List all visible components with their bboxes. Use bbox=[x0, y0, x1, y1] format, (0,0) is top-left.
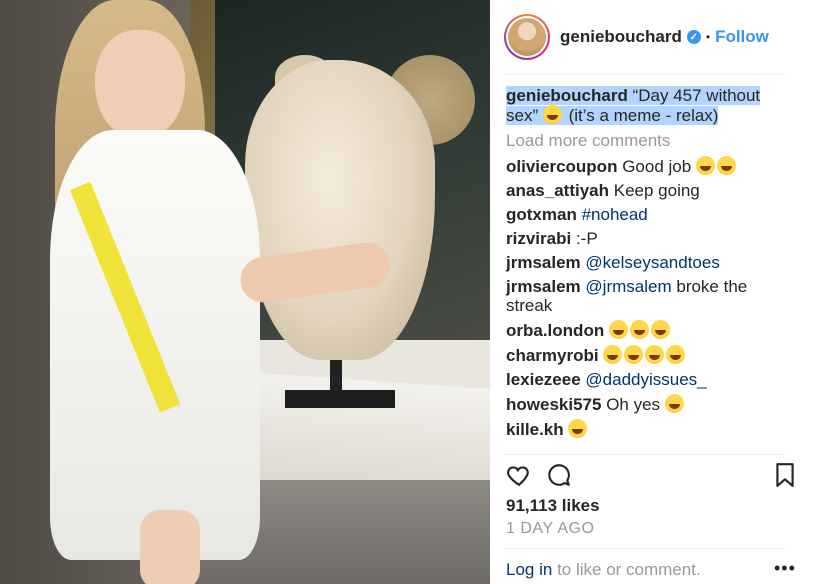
login-link[interactable]: Log in bbox=[506, 560, 552, 579]
load-more-comments-button[interactable]: Load more comments bbox=[506, 131, 796, 150]
comment-username[interactable]: jrmsalem bbox=[506, 277, 581, 296]
comment-item: gotxman #nohead bbox=[506, 205, 796, 224]
laughing-emoji-icon bbox=[542, 105, 562, 124]
comment-username[interactable]: oliviercoupon bbox=[506, 157, 617, 176]
mention-link[interactable]: @daddyissues_ bbox=[585, 370, 706, 389]
avatar-image bbox=[508, 18, 546, 56]
comment-item: orba.london bbox=[506, 320, 796, 340]
more-options-icon[interactable]: ••• bbox=[774, 558, 796, 579]
actions-divider bbox=[504, 454, 786, 455]
comment-text: :-P bbox=[575, 229, 598, 248]
caption-text-2: (it’s a meme - relax) bbox=[568, 106, 719, 125]
laughing-emoji-icon bbox=[629, 320, 649, 339]
comments-list: geniebouchard “Day 457 without sex” (it’… bbox=[506, 86, 796, 444]
comment-text: Oh yes bbox=[606, 395, 661, 414]
post-photo[interactable] bbox=[0, 0, 490, 584]
comment-username[interactable]: anas_attiyah bbox=[506, 181, 609, 200]
comment-item: kille.kh bbox=[506, 419, 796, 439]
rofl-emoji-icon bbox=[695, 156, 715, 175]
comment-item: rizvirabi :-P bbox=[506, 229, 796, 248]
comment-item: howeski575 Oh yes bbox=[506, 394, 796, 414]
comment-username[interactable]: lexiezeee bbox=[506, 370, 581, 389]
post-header: geniebouchard ✓ • Follow bbox=[490, 0, 816, 74]
login-prompt-text: to like or comment. bbox=[557, 560, 701, 579]
comment-icon[interactable] bbox=[546, 462, 572, 488]
verified-badge-icon: ✓ bbox=[686, 30, 701, 44]
comment-text: Good job bbox=[622, 157, 692, 176]
comment-item: charmyrobi bbox=[506, 345, 796, 365]
photo-person-face bbox=[95, 30, 185, 140]
laughing-emoji-icon bbox=[624, 345, 644, 364]
comment-username[interactable]: rizvirabi bbox=[506, 229, 571, 248]
hashtag-link[interactable]: #nohead bbox=[582, 205, 648, 224]
avatar-border bbox=[506, 16, 548, 58]
comment-username[interactable]: howeski575 bbox=[506, 395, 601, 414]
laughing-emoji-icon bbox=[666, 345, 686, 364]
rofl-emoji-icon bbox=[568, 419, 588, 438]
comment-item: jrmsalem @jrmsalem broke the streak bbox=[506, 277, 796, 315]
comment-username[interactable]: orba.london bbox=[506, 321, 604, 340]
comment-item: anas_attiyah Keep going bbox=[506, 181, 796, 200]
photo-statue-stand bbox=[330, 355, 342, 395]
heart-icon[interactable] bbox=[506, 462, 532, 488]
laughing-emoji-icon bbox=[716, 156, 736, 175]
comment-item: oliviercoupon Good job bbox=[506, 156, 796, 176]
caption: geniebouchard “Day 457 without sex” (it’… bbox=[506, 86, 796, 125]
photo-statue-torso bbox=[245, 60, 435, 360]
likes-count[interactable]: 91,113 likes bbox=[506, 496, 600, 516]
header-divider bbox=[504, 74, 786, 75]
bookmark-icon[interactable] bbox=[772, 462, 798, 488]
action-bar bbox=[506, 462, 802, 490]
comment-item: jrmsalem @kelseysandtoes bbox=[506, 253, 796, 272]
comment-username[interactable]: gotxman bbox=[506, 205, 577, 224]
mention-link[interactable]: @jrmsalem bbox=[585, 277, 671, 296]
caption-username[interactable]: geniebouchard bbox=[506, 86, 628, 105]
follow-button[interactable]: Follow bbox=[715, 27, 769, 47]
header-separator: • bbox=[705, 30, 711, 44]
header-username[interactable]: geniebouchard bbox=[560, 27, 682, 47]
caption-highlight: geniebouchard “Day 457 without sex” (it’… bbox=[506, 86, 761, 125]
laughing-emoji-icon bbox=[603, 345, 623, 364]
mention-link[interactable]: @kelseysandtoes bbox=[585, 253, 719, 272]
avatar[interactable] bbox=[504, 14, 550, 60]
comment-username[interactable]: jrmsalem bbox=[506, 253, 581, 272]
laughing-emoji-icon bbox=[645, 345, 665, 364]
comment-username[interactable]: kille.kh bbox=[506, 420, 564, 439]
tongue-emoji-icon bbox=[664, 394, 684, 413]
laughing-emoji-icon bbox=[608, 320, 628, 339]
comment-username[interactable]: charmyrobi bbox=[506, 346, 599, 365]
photo-person-leg bbox=[140, 510, 200, 584]
photo-statue-base bbox=[285, 390, 395, 408]
comment-item: lexiezeee @daddyissues_ bbox=[506, 370, 796, 389]
laughing-emoji-icon bbox=[650, 320, 670, 339]
post-timestamp[interactable]: 1 DAY AGO bbox=[506, 520, 594, 538]
footer-divider bbox=[504, 548, 786, 549]
login-prompt: Log in to like or comment. bbox=[506, 560, 802, 580]
comment-text: Keep going bbox=[613, 181, 700, 200]
post-side-panel: geniebouchard ✓ • Follow geniebouchard “… bbox=[490, 0, 816, 584]
